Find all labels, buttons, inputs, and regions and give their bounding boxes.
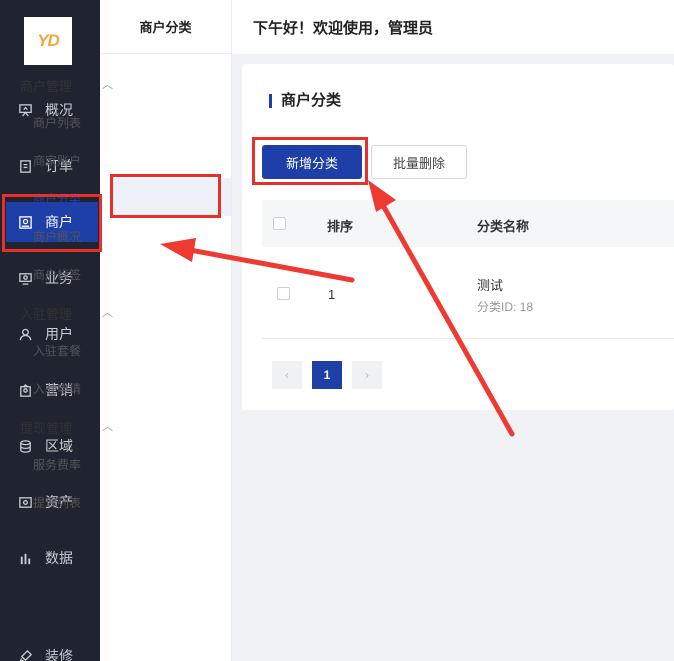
sub-item-settle-apply[interactable]: 入驻申请 [33, 380, 81, 397]
pagination-next-button[interactable]: › [352, 361, 382, 389]
highlight-box-merchant-category [110, 174, 221, 218]
nav-item-data[interactable]: 数据 [0, 538, 100, 578]
presentation-icon [17, 102, 33, 118]
group-withdraw-management[interactable]: 提现管理 ︿ [20, 418, 130, 437]
sub-item-merchant-tags[interactable]: 商户标签 [33, 266, 81, 283]
group-merchant-management[interactable]: 商户管理 ︿ [20, 76, 130, 95]
gift-icon [17, 382, 33, 398]
group-settle-management[interactable]: 入驻管理 ︿ [20, 304, 130, 323]
page-title: 商户分类 [269, 93, 341, 108]
user-icon [17, 326, 33, 342]
sub-item-service-rate[interactable]: 服务费率 [33, 456, 81, 473]
table-header: 排序 分类名称 [262, 200, 674, 247]
chevron-up-icon: ︿ [102, 307, 113, 319]
wallet-icon [17, 494, 33, 510]
brush-icon [17, 648, 33, 661]
top-header: 下午好！欢迎使用，管理员 [232, 0, 674, 54]
chevron-up-icon: ︿ [102, 421, 113, 433]
highlight-box-add-category [252, 137, 368, 185]
database-icon [17, 438, 33, 454]
sub-item-withdraw-list[interactable]: 提现列表 [33, 494, 81, 511]
row-category-name: 测试 [477, 278, 504, 293]
column-header-sort: 排序 [327, 219, 354, 234]
document-icon [17, 158, 33, 174]
sub-item-merchant-list[interactable]: 商户列表 [33, 114, 81, 131]
select-all-checkbox[interactable] [273, 217, 286, 230]
sub-item-merchant-account[interactable]: 商家账户 [33, 152, 81, 169]
highlight-box-merchant-nav [2, 194, 102, 252]
chevron-up-icon: ︿ [102, 79, 113, 91]
greeting-text: 下午好！欢迎使用，管理员 [253, 19, 434, 37]
nav-item-decoration[interactable]: 装修 [0, 636, 100, 661]
batch-delete-button[interactable]: 批量删除 [371, 145, 467, 179]
row-sort-value: 1 [328, 287, 336, 302]
bar-chart-icon [17, 550, 33, 566]
content-card: 商户分类 新增分类 批量删除 排序 分类名称 1 测试 分类ID: 18 ‹ 1… [242, 64, 674, 410]
pagination-page-1[interactable]: 1 [312, 361, 342, 389]
row-category-id: 分类ID: 18 [477, 300, 534, 314]
table-row: 1 测试 分类ID: 18 [262, 247, 674, 339]
main-nav: YD 概况 订单 商户 业务 用户 营销 区域 资产 数据 装修 [0, 0, 100, 661]
row-checkbox[interactable] [277, 287, 290, 300]
pagination-prev-button[interactable]: ‹ [272, 361, 302, 389]
sub-sidebar: 商户分类 [100, 0, 232, 661]
logo: YD [24, 17, 72, 65]
monitor-icon [17, 270, 33, 286]
column-header-name: 分类名称 [477, 219, 530, 234]
sub-item-settle-package[interactable]: 入驻套餐 [33, 342, 81, 359]
sub-sidebar-title: 商户分类 [100, 0, 231, 54]
